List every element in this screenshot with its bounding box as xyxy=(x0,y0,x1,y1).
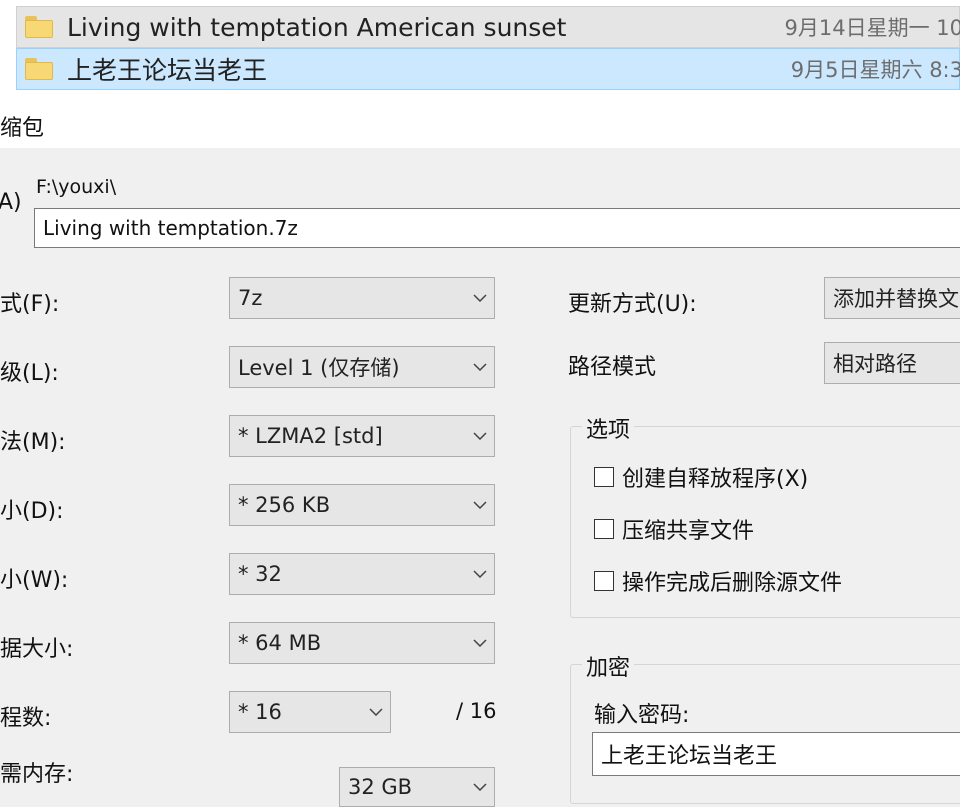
chevron-down-icon xyxy=(466,347,494,387)
threads-value: * 16 xyxy=(238,700,282,724)
folder-icon xyxy=(25,16,53,38)
file-list: Living with temptation American sunset 9… xyxy=(0,0,960,100)
dictionary-size-value: * 256 KB xyxy=(238,493,331,517)
dialog-title-bar: 缩包 xyxy=(0,100,960,148)
dictionary-size-select[interactable]: * 256 KB xyxy=(229,484,495,526)
checkbox-icon xyxy=(594,519,614,539)
file-name: Living with temptation American sunset xyxy=(67,12,567,42)
method-value: * LZMA2 [std] xyxy=(238,424,383,448)
archive-name-input[interactable]: Living with temptation.7z xyxy=(34,208,960,248)
path-mode-select[interactable]: 相对路径 xyxy=(824,342,960,384)
password-input[interactable]: 上老王论坛当老王 xyxy=(592,732,960,776)
encryption-group-title: 加密 xyxy=(582,650,635,682)
archive-label: A) xyxy=(0,190,22,215)
level-value: Level 1 (仅存储) xyxy=(238,356,400,380)
file-date: 9月14日星期一 10 xyxy=(784,16,960,40)
update-mode-value: 添加并替换文 xyxy=(833,287,959,311)
path-mode-value: 相对路径 xyxy=(833,352,917,376)
compress-shared-label: 压缩共享文件 xyxy=(622,519,755,544)
file-row[interactable]: Living with temptation American sunset 9… xyxy=(16,6,960,48)
file-name: 上老王论坛当老王 xyxy=(67,56,268,85)
delete-after-label: 操作完成后删除源文件 xyxy=(622,571,843,596)
threads-label: 程数: xyxy=(0,706,52,731)
chevron-down-icon xyxy=(466,278,494,318)
password-value: 上老王论坛当老王 xyxy=(601,744,778,769)
format-value: 7z xyxy=(238,286,263,310)
archive-name-value: Living with temptation.7z xyxy=(43,216,298,240)
folder-icon xyxy=(25,58,53,80)
solid-block-size-value: * 64 MB xyxy=(238,631,322,655)
solid-block-size-label: 据大小: xyxy=(0,637,74,662)
threads-select[interactable]: * 16 xyxy=(229,691,391,733)
chevron-down-icon xyxy=(466,623,494,663)
solid-block-size-select[interactable]: * 64 MB xyxy=(229,622,495,664)
memory-value: 32 GB xyxy=(348,775,413,799)
method-select[interactable]: * LZMA2 [std] xyxy=(229,415,495,457)
create-sfx-label: 创建自释放程序(X) xyxy=(622,467,809,492)
method-label: 法(M): xyxy=(0,430,66,455)
word-size-select[interactable]: * 32 xyxy=(229,553,495,595)
threads-max: / 16 xyxy=(456,699,497,723)
chevron-down-icon xyxy=(466,485,494,525)
dictionary-size-label: 小(D): xyxy=(0,499,64,524)
password-label: 输入密码: xyxy=(594,703,690,728)
chevron-down-icon xyxy=(466,554,494,594)
update-mode-label: 更新方式(U): xyxy=(568,292,697,317)
delete-after-checkbox[interactable]: 操作完成后删除源文件 xyxy=(594,565,842,597)
level-label: 级(L): xyxy=(0,361,59,386)
path-mode-label: 路径模式 xyxy=(568,355,657,380)
checkbox-icon xyxy=(594,467,614,487)
create-sfx-checkbox[interactable]: 创建自释放程序(X) xyxy=(594,461,808,493)
word-size-value: * 32 xyxy=(238,562,282,586)
dialog-title: 缩包 xyxy=(0,116,45,141)
chevron-down-icon xyxy=(362,692,390,732)
file-date: 9月5日星期六 8:3 xyxy=(790,58,960,82)
format-select[interactable]: 7z xyxy=(229,277,495,319)
memory-display: 32 GB xyxy=(339,767,495,807)
chevron-down-icon xyxy=(466,416,494,456)
compress-shared-checkbox[interactable]: 压缩共享文件 xyxy=(594,513,754,545)
options-group-title: 选项 xyxy=(582,412,635,444)
file-row-selected[interactable]: 上老王论坛当老王 9月5日星期六 8:3 xyxy=(16,48,960,90)
archive-path: F:\youxi\ xyxy=(36,176,117,198)
update-mode-select[interactable]: 添加并替换文 xyxy=(824,277,960,319)
chevron-down-icon xyxy=(466,768,494,806)
memory-label: 需内存: xyxy=(0,762,74,787)
level-select[interactable]: Level 1 (仅存储) xyxy=(229,346,495,388)
word-size-label: 小(W): xyxy=(0,568,69,593)
format-label: 式(F): xyxy=(0,292,60,317)
checkbox-icon xyxy=(594,571,614,591)
